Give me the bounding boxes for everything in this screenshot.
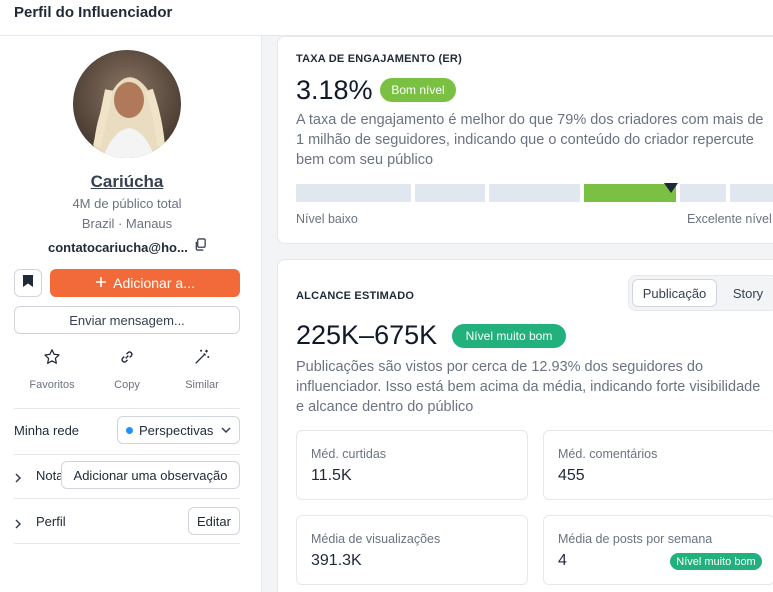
divider [14, 408, 240, 409]
engagement-card: TAXA DE ENGAJAMENTO (ER) 3.18% Bom nível… [277, 36, 773, 244]
metric-label: Méd. curtidas [311, 447, 387, 461]
metric-card: Média de posts por semana 4 Nível muito … [543, 515, 773, 585]
divider [14, 543, 240, 544]
total-audience: 4M de público total [72, 196, 182, 211]
add-note-button[interactable]: Adicionar uma observação [61, 461, 240, 489]
favorites-action[interactable]: Favoritos [20, 348, 84, 391]
network-select[interactable]: Perspectivas [117, 416, 240, 444]
my-network-label: Minha rede [14, 423, 80, 438]
scale-segment-active [584, 184, 676, 202]
chevron-down-icon [221, 427, 231, 433]
metric-badge: Nível muito bom [670, 553, 762, 570]
metric-card: Méd. comentários 455 [543, 430, 773, 500]
tab-publicacao[interactable]: Publicação [632, 279, 717, 307]
add-to-list-button[interactable]: Adicionar a... [50, 269, 240, 297]
send-message-button[interactable]: Enviar mensagem... [14, 306, 240, 334]
email-row: contatocariucha@ho... [48, 238, 207, 256]
star-icon [43, 348, 61, 371]
notes-label[interactable]: Nota [36, 468, 63, 483]
scale-segment [730, 184, 773, 202]
scale-high-label: Excelente nível [687, 212, 772, 226]
page-header: Perfil do Influenciador [0, 0, 773, 36]
add-button-label: Adicionar a... [113, 275, 195, 291]
location: Brazil · Manaus [81, 216, 173, 231]
reach-title: ALCANCE ESTIMADO [296, 290, 415, 302]
reach-tabs: Publicação Story [628, 275, 773, 311]
engagement-description: A taxa de engajamento é melhor do que 79… [296, 112, 764, 168]
scale-segment [415, 184, 485, 202]
quick-actions: Favoritos Copy Similar [14, 348, 240, 391]
avatar [73, 50, 181, 158]
metric-value: 4 [558, 552, 567, 569]
copy-label: Copy [114, 379, 140, 391]
profile-name[interactable]: Cariúcha [0, 172, 254, 192]
edit-button[interactable]: Editar [188, 507, 240, 535]
metric-label: Média de posts por semana [558, 532, 713, 546]
metric-card: Méd. curtidas 11.5K [296, 430, 528, 500]
page-title: Perfil do Influenciador [14, 4, 173, 21]
status-dot [126, 426, 133, 434]
metric-label: Média de visualizações [311, 532, 441, 546]
magic-wand-icon [193, 348, 211, 371]
scale-segment [489, 184, 580, 202]
reach-value: 225K–675K [296, 320, 438, 350]
profile-section-label[interactable]: Perfil [36, 514, 66, 529]
scale-low-label: Nível baixo [296, 212, 358, 226]
similar-label: Similar [185, 379, 219, 391]
chevron-right-icon[interactable] [14, 470, 22, 488]
metric-value: 391.3K [311, 552, 362, 569]
engagement-value: 3.18% [296, 75, 373, 105]
metric-label: Méd. comentários [558, 447, 658, 461]
marker-triangle-icon [664, 180, 678, 198]
divider [14, 498, 240, 499]
metric-value: 11.5K [311, 467, 352, 484]
link-icon [118, 348, 136, 371]
network-selected-value: Perspectivas [139, 422, 214, 438]
scale-segment [296, 184, 411, 202]
metric-card: Média de visualizações 391.3K [296, 515, 528, 585]
copy-icon[interactable] [194, 238, 207, 256]
bookmark-icon [22, 274, 34, 293]
bookmark-button[interactable] [14, 269, 42, 297]
copy-link-action[interactable]: Copy [95, 348, 159, 391]
reach-card: ALCANCE ESTIMADO Publicação Story 225K–6… [277, 259, 773, 592]
engagement-badge: Bom nível [380, 78, 456, 102]
metric-value: 455 [558, 467, 585, 484]
chevron-right-icon[interactable] [14, 516, 22, 534]
divider [14, 454, 240, 455]
email: contatocariucha@ho... [48, 239, 188, 255]
reach-description: Publicações são vistos por cerca de 12.9… [296, 359, 761, 415]
engagement-title: TAXA DE ENGAJAMENTO (ER) [296, 53, 462, 65]
plus-icon [95, 275, 107, 291]
scale-segment [680, 184, 726, 202]
profile-sidebar: Cariúcha 4M de público total Brazil · Ma… [0, 36, 262, 592]
tab-story[interactable]: Story [722, 279, 773, 307]
similar-action[interactable]: Similar [170, 348, 234, 391]
favorites-label: Favoritos [29, 379, 75, 391]
reach-badge: Nível muito bom [452, 324, 566, 348]
